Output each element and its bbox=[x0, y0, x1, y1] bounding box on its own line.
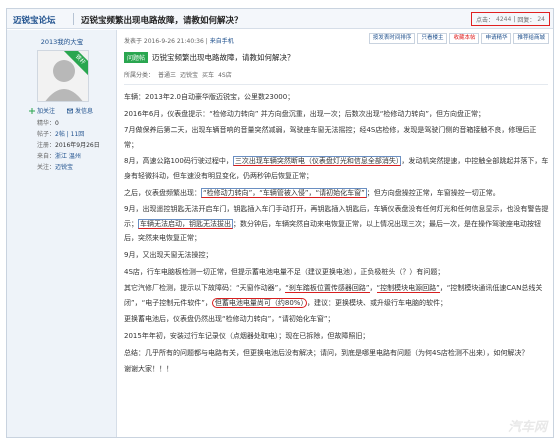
thread-title: 迈锐宝频繁出现电路故障，请教如何解决？ bbox=[81, 16, 243, 26]
post-toolbar: 按发表时间排序 只看楼主 收藏本帖 申请精华 推荐给商城 bbox=[368, 33, 549, 44]
stat-registered: 注册：2016年9月26日 bbox=[37, 142, 100, 149]
post-source-link[interactable]: 来自手机 bbox=[210, 38, 234, 45]
highlight-battery-level: 但蓄电池电量尚可（约80%） bbox=[211, 297, 307, 308]
paragraph: 7月做保养后第二天，出现车辆音响的音量突然减弱，驾驶座车窗无法摇控；经4S店检修… bbox=[124, 126, 537, 149]
site-watermark: 汽车网 bbox=[507, 420, 547, 435]
thread-stats-box: 点击： 4244 | 回复： 24 bbox=[471, 12, 550, 26]
plus-icon bbox=[29, 107, 35, 114]
only-author-button[interactable]: 只看楼主 bbox=[417, 33, 448, 44]
content-divider bbox=[124, 84, 548, 85]
forum-page: 迈锐宝论坛 迈锐宝频繁出现电路故障，请教如何解决？ 点击： 4244 | 回复：… bbox=[6, 8, 554, 438]
highlight-power-loss: 三次出现车辆突然断电（仪表盘灯光和信息全部消失） bbox=[232, 156, 402, 167]
paragraph: 其它汽修厂检测，提示以下故障码：“天窗作动器”，“刹车踏板位置传感器回路”，“控… bbox=[124, 284, 543, 308]
favorite-button[interactable]: 收藏本帖 bbox=[449, 33, 480, 44]
post-subject: 迈锐宝频繁出现电路故障，请教如何解决？ bbox=[152, 53, 295, 62]
message-label: 发信息 bbox=[75, 108, 94, 115]
paragraph: 之后，仪表盘频繁出现： “检修动力转向”，“车辆管被入侵”，“请初始化车窗” ；但方… bbox=[124, 187, 500, 198]
stat-posts: 帖子：2帖 | 11回 bbox=[37, 131, 85, 138]
views-label: 点击： bbox=[476, 16, 495, 24]
stats-separator: | bbox=[513, 15, 516, 23]
avatar[interactable]: 铁杆 bbox=[37, 50, 89, 102]
categories-label: 所属分类： bbox=[124, 72, 155, 79]
author-stats: 精华：0 帖子：2帖 | 11回 注册：2016年9月26日 来自：浙江 温州 … bbox=[37, 118, 100, 173]
highlight-no-start: 车辆无法启动，钥匙无法拔出 bbox=[138, 218, 233, 229]
post-body: 车辆：2013年2.0自动豪华版迈锐宝，公里数23000； 2016年6月，仪表… bbox=[124, 90, 550, 379]
paragraph: 4S店，行车电脑板检测一切正常，但提示蓄电池电量不足（建议更换电池），正负极桩头… bbox=[124, 267, 445, 276]
author-name[interactable]: 2013我的大宝 bbox=[7, 36, 117, 46]
paragraph: 谢谢大家！！！ bbox=[124, 365, 173, 374]
paragraph: 2016年6月，仪表盘提示：“检修动力转向” 并方向盘沉重，出现一次；后数次出现… bbox=[124, 109, 485, 118]
recommend-button[interactable]: 推荐给商城 bbox=[513, 33, 549, 44]
forum-name-link[interactable]: 迈锐宝论坛 bbox=[13, 14, 56, 26]
follow-label: 加关注 bbox=[37, 108, 56, 115]
paragraph: 总结：几乎所有的问题都与电路有关，但更换电池后没有解决；请问，到底是哪里电路有问… bbox=[124, 348, 529, 357]
paragraph: 9月，出现遥控钥匙无法开启车门，钥匙插入车门手动打开，再钥匙插入钥匙后，车辆仪表… bbox=[124, 205, 549, 243]
apply-essence-button[interactable]: 申请精华 bbox=[481, 33, 512, 44]
post-meta: 发表于 2016-9-26 21:40:36 | 来自手机 bbox=[124, 36, 234, 45]
stat-location: 来自：浙江 温州 bbox=[37, 153, 81, 160]
author-panel: 2013我的大宝 铁杆 加关注 发信息 精华：0 帖子：2帖 | 11回 注册：… bbox=[7, 30, 117, 437]
sort-by-time-button[interactable]: 按发表时间排序 bbox=[368, 33, 416, 44]
post-content: 发表于 2016-9-26 21:40:36 | 来自手机 按发表时间排序 只看… bbox=[118, 30, 553, 437]
replies-label: 回复： bbox=[517, 16, 536, 24]
thread-title-bar: 迈锐宝论坛 迈锐宝频繁出现电路故障，请教如何解决？ 点击： 4244 | 回复：… bbox=[7, 9, 553, 29]
category-tag[interactable]: 买车 bbox=[202, 70, 214, 79]
paragraph: 车辆：2013年2.0自动豪华版迈锐宝，公里数23000； bbox=[124, 93, 295, 101]
meta-separator: | bbox=[205, 38, 208, 45]
message-button[interactable]: 发信息 bbox=[67, 106, 93, 115]
post-heading: 问题帖 迈锐宝频繁出现电路故障，请教如何解决？ bbox=[124, 52, 295, 63]
category-tag[interactable]: 普通三 bbox=[158, 70, 176, 79]
question-tag: 问题帖 bbox=[124, 52, 149, 63]
paragraph: 2015年年初，安装过行车记录仪（点烟器处取电）；现在已拆除，但故障照旧； bbox=[124, 331, 370, 340]
stat-follows: 关注：迈锐宝 bbox=[37, 164, 74, 171]
author-actions: 加关注 发信息 bbox=[29, 106, 93, 115]
category-tag[interactable]: 迈锐宝 bbox=[180, 70, 198, 79]
post-date: 发表于 2016-9-26 21:40:36 bbox=[124, 38, 204, 45]
replies-count: 24 bbox=[537, 15, 545, 23]
title-divider bbox=[73, 13, 74, 25]
paragraph: 更换蓄电池后，仪表盘仍然出现“检修动力转向”，“请初始化车窗”； bbox=[124, 315, 335, 324]
highlight-power-circuit: “控制模块电源回路” bbox=[376, 284, 440, 294]
mail-icon bbox=[67, 108, 74, 113]
stat-essence: 精华：0 bbox=[37, 120, 59, 127]
views-count: 4244 bbox=[496, 15, 512, 23]
highlight-brake-sensor: “刹车踏板位置传感器回路” bbox=[285, 284, 370, 294]
highlight-warnings: “检修动力转向”，“车辆管被入侵”，“请初始化车窗” bbox=[201, 187, 367, 198]
follow-button[interactable]: 加关注 bbox=[29, 106, 55, 115]
paragraph: 9月，又出现天窗无法操控； bbox=[124, 250, 213, 259]
paragraph: 8月，高速公路100码行驶过程中， 三次出现车辆突然断电（仪表盘灯光和信息全部消失… bbox=[124, 156, 549, 180]
post-categories: 所属分类： 普通三 迈锐宝 买车 4S店 bbox=[124, 70, 232, 79]
category-tag[interactable]: 4S店 bbox=[218, 70, 232, 79]
